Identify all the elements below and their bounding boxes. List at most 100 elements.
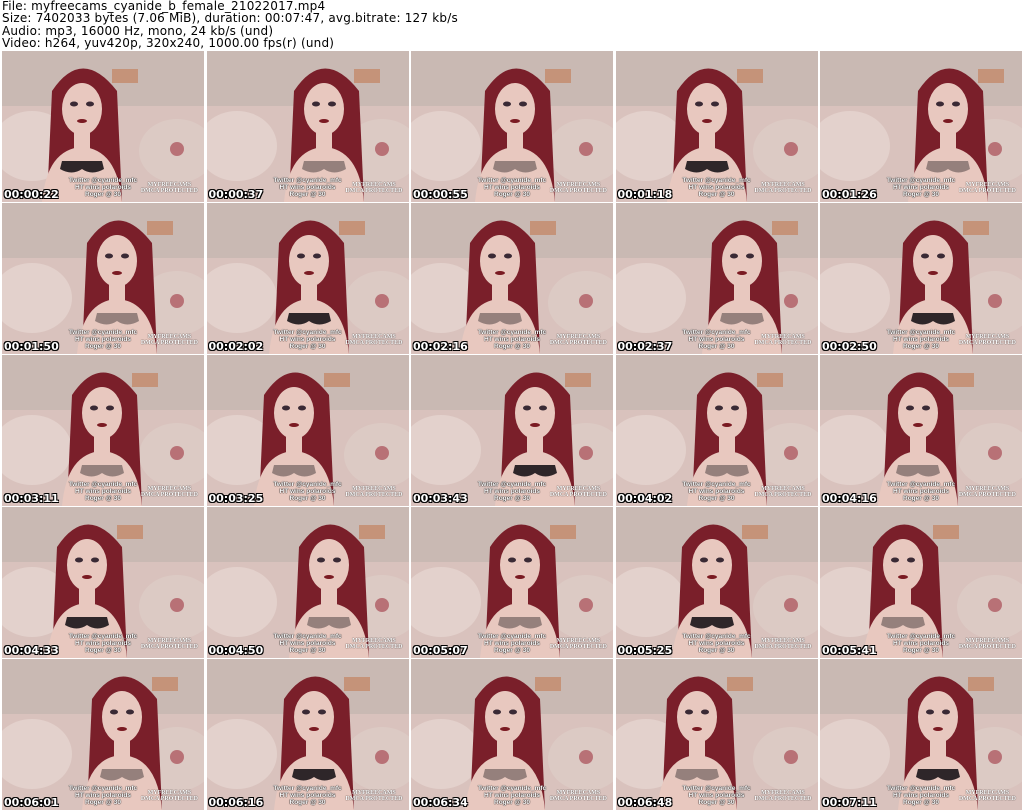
thumbnail-timestamp: 00:01:50 xyxy=(4,340,59,353)
video-thumbnail: Twitter @cyanide_mfc HT wins polaroids Rog… xyxy=(206,355,409,506)
watermark-dmca: DMCA PROTECTED xyxy=(345,796,403,802)
thumbnail-timestamp: 00:05:25 xyxy=(617,644,673,657)
watermark-dmca: DMCA PROTECTED xyxy=(754,796,812,802)
thumbnail-timestamp: 00:00:55 xyxy=(413,188,468,201)
thumbnail-timestamp: 00:02:16 xyxy=(413,340,468,353)
video-thumbnail: Twitter @cyanide_mfc HT wins polaroids Rog… xyxy=(411,507,613,658)
file-size-line: Size: 7402033 bytes (7.06 MiB), duration… xyxy=(2,11,458,26)
video-thumbnail: Twitter @cyanide_mfc HT wins polaroids Rog… xyxy=(820,507,1022,658)
thumbnail-timestamp: 00:01:18 xyxy=(617,188,673,201)
watermark: MYFREECAMS DMCA PROTECTED xyxy=(141,182,198,194)
video-thumbnail: Twitter @cyanide_mfc HT wins polaroids Rog… xyxy=(820,203,1022,354)
watermark: MYFREECAMS DMCA PROTECTED xyxy=(141,486,198,498)
watermark-dmca: DMCA PROTECTED xyxy=(958,492,1016,498)
watermark: MYFREECAMS DMCA PROTECTED xyxy=(550,790,607,802)
video-thumbnail: Twitter @cyanide_mfc HT wins polaroids Rog… xyxy=(615,659,818,810)
watermark-dmca: DMCA PROTECTED xyxy=(345,340,403,346)
watermark: MYFREECAMS DMCA PROTECTED xyxy=(959,638,1016,650)
watermark-dmca: DMCA PROTECTED xyxy=(345,644,403,650)
watermark-dmca: DMCA PROTECTED xyxy=(958,644,1016,650)
video-thumbnail: Twitter @cyanide_mfc HT wins polaroids Rog… xyxy=(411,203,613,354)
thumbnail-timestamp: 00:06:16 xyxy=(208,796,264,809)
thumbnail-timestamp: 00:00:22 xyxy=(4,188,59,201)
video-thumbnail: Twitter @cyanide_mfc HT wins polaroids Rog… xyxy=(615,507,818,658)
watermark: MYFREECAMS DMCA PROTECTED xyxy=(550,638,607,650)
video-info-line: Video: h264, yuv420p, 320x240, 1000.00 f… xyxy=(2,36,335,51)
watermark-dmca: DMCA PROTECTED xyxy=(140,188,198,194)
watermark-dmca: DMCA PROTECTED xyxy=(754,492,812,498)
thumbnail-timestamp: 00:06:34 xyxy=(413,796,468,809)
watermark: MYFREECAMS DMCA PROTECTED xyxy=(959,486,1016,498)
watermark: MYFREECAMS DMCA PROTECTED xyxy=(550,334,607,346)
watermark: MYFREECAMS DMCA PROTECTED xyxy=(550,486,607,498)
watermark-dmca: DMCA PROTECTED xyxy=(549,796,607,802)
watermark: MYFREECAMS DMCA PROTECTED xyxy=(345,334,402,346)
thumbnail-timestamp: 00:03:25 xyxy=(208,492,264,505)
watermark: MYFREECAMS DMCA PROTECTED xyxy=(345,638,402,650)
watermark: MYFREECAMS DMCA PROTECTED xyxy=(754,638,811,650)
video-thumbnail: Twitter @cyanide_mfc HT wins polaroids Rog… xyxy=(2,51,204,202)
watermark: MYFREECAMS DMCA PROTECTED xyxy=(345,790,402,802)
watermark-dmca: DMCA PROTECTED xyxy=(140,492,198,498)
watermark: MYFREECAMS DMCA PROTECTED xyxy=(754,182,811,194)
thumbnail-timestamp: 00:03:11 xyxy=(4,492,59,505)
video-thumbnail: Twitter @cyanide_mfc HT wins polaroids Rog… xyxy=(820,355,1022,506)
watermark: MYFREECAMS DMCA PROTECTED xyxy=(550,182,607,194)
video-thumbnail: Twitter @cyanide_mfc HT wins polaroids Rog… xyxy=(206,51,409,202)
thumbnail-timestamp: 00:06:48 xyxy=(617,796,673,809)
thumbnail-timestamp: 00:04:02 xyxy=(617,492,673,505)
video-thumbnail: Twitter @cyanide_mfc HT wins polaroids Rog… xyxy=(820,659,1022,810)
thumbnail-timestamp: 00:02:50 xyxy=(822,340,877,353)
video-thumbnail: Twitter @cyanide_mfc HT wins polaroids Rog… xyxy=(2,507,204,658)
video-thumbnail: Twitter @cyanide_mfc HT wins polaroids Rog… xyxy=(206,203,409,354)
watermark-dmca: DMCA PROTECTED xyxy=(140,644,198,650)
video-thumbnail: Twitter @cyanide_mfc HT wins polaroids Rog… xyxy=(820,51,1022,202)
video-thumbnail: Twitter @cyanide_mfc HT wins polaroids Rog… xyxy=(206,507,409,658)
watermark-dmca: DMCA PROTECTED xyxy=(754,644,812,650)
video-thumbnail: Twitter @cyanide_mfc HT wins polaroids Rog… xyxy=(206,659,409,810)
watermark: MYFREECAMS DMCA PROTECTED xyxy=(141,638,198,650)
thumbnail-timestamp: 00:06:01 xyxy=(4,796,59,809)
thumbnail-timestamp: 00:04:50 xyxy=(208,644,264,657)
thumbnail-timestamp: 00:03:43 xyxy=(413,492,468,505)
video-thumbnail: Twitter @cyanide_mfc HT wins polaroids Rog… xyxy=(411,659,613,810)
video-thumbnail: Twitter @cyanide_mfc HT wins polaroids Rog… xyxy=(2,659,204,810)
watermark-dmca: DMCA PROTECTED xyxy=(958,796,1016,802)
watermark-dmca: DMCA PROTECTED xyxy=(345,492,403,498)
watermark-dmca: DMCA PROTECTED xyxy=(140,340,198,346)
thumbnail-timestamp: 00:01:26 xyxy=(822,188,877,201)
watermark: MYFREECAMS DMCA PROTECTED xyxy=(754,334,811,346)
watermark: MYFREECAMS DMCA PROTECTED xyxy=(959,182,1016,194)
watermark-dmca: DMCA PROTECTED xyxy=(345,188,403,194)
video-thumbnail: Twitter @cyanide_mfc HT wins polaroids Rog… xyxy=(615,203,818,354)
watermark-dmca: DMCA PROTECTED xyxy=(754,188,812,194)
watermark-dmca: DMCA PROTECTED xyxy=(754,340,812,346)
watermark: MYFREECAMS DMCA PROTECTED xyxy=(141,334,198,346)
video-thumbnail: Twitter @cyanide_mfc HT wins polaroids Rog… xyxy=(615,51,818,202)
watermark: MYFREECAMS DMCA PROTECTED xyxy=(754,790,811,802)
video-thumbnail: Twitter @cyanide_mfc HT wins polaroids Rog… xyxy=(2,203,204,354)
file-info-header: File: myfreecams_cyanide_b_female_210220… xyxy=(2,0,458,50)
thumbnail-timestamp: 00:07:11 xyxy=(822,796,877,809)
watermark-dmca: DMCA PROTECTED xyxy=(549,644,607,650)
watermark: MYFREECAMS DMCA PROTECTED xyxy=(754,486,811,498)
watermark: MYFREECAMS DMCA PROTECTED xyxy=(959,790,1016,802)
watermark: MYFREECAMS DMCA PROTECTED xyxy=(959,334,1016,346)
watermark-dmca: DMCA PROTECTED xyxy=(549,340,607,346)
thumbnail-timestamp: 00:04:33 xyxy=(4,644,59,657)
video-thumbnail: Twitter @cyanide_mfc HT wins polaroids Rog… xyxy=(411,355,613,506)
watermark: MYFREECAMS DMCA PROTECTED xyxy=(345,486,402,498)
watermark-dmca: DMCA PROTECTED xyxy=(958,340,1016,346)
thumbnail-timestamp: 00:02:02 xyxy=(208,340,264,353)
watermark-dmca: DMCA PROTECTED xyxy=(958,188,1016,194)
thumbnail-timestamp: 00:05:41 xyxy=(822,644,877,657)
video-thumbnail: Twitter @cyanide_mfc HT wins polaroids Rog… xyxy=(2,355,204,506)
watermark-dmca: DMCA PROTECTED xyxy=(140,796,198,802)
thumbnail-timestamp: 00:04:16 xyxy=(822,492,877,505)
thumbnail-timestamp: 00:02:37 xyxy=(617,340,673,353)
watermark: MYFREECAMS DMCA PROTECTED xyxy=(141,790,198,802)
thumbnail-timestamp: 00:00:37 xyxy=(208,188,264,201)
watermark-dmca: DMCA PROTECTED xyxy=(549,188,607,194)
video-thumbnail: Twitter @cyanide_mfc HT wins polaroids Rog… xyxy=(411,51,613,202)
watermark: MYFREECAMS DMCA PROTECTED xyxy=(345,182,402,194)
